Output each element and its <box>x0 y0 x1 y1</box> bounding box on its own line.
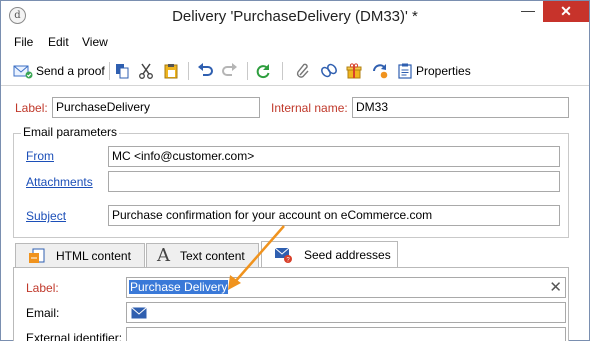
send-proof-button[interactable]: Send a proof <box>13 61 105 81</box>
html-content-icon <box>28 247 46 265</box>
send-proof-icon <box>13 63 33 79</box>
unlink-icon <box>320 63 338 79</box>
title-bar: d Delivery 'PurchaseDelivery (DM33)' * —… <box>1 1 589 31</box>
attachments-link[interactable]: Attachments <box>26 175 93 189</box>
cut-icon <box>138 63 154 79</box>
menu-bar: File Edit View <box>1 31 589 53</box>
clear-icon[interactable]: ✕ <box>549 279 562 296</box>
send-proof-label: Send a proof <box>36 64 105 78</box>
refresh-icon <box>255 63 271 79</box>
delivery-window: d Delivery 'PurchaseDelivery (DM33)' * —… <box>0 0 590 341</box>
label-caption: Label: <box>15 101 48 115</box>
internal-name-field[interactable]: DM33 <box>352 97 569 118</box>
seed-email-field[interactable] <box>126 302 566 323</box>
tab-seed-addresses[interactable]: ? Seed addresses <box>261 241 398 268</box>
properties-label: Properties <box>416 64 471 78</box>
cut-button[interactable] <box>138 61 154 81</box>
minimize-button[interactable]: — <box>515 3 541 23</box>
subject-link[interactable]: Subject <box>26 209 66 223</box>
seed-label-caption: Label: <box>26 281 59 295</box>
attachments-field[interactable] <box>108 171 560 192</box>
paste-icon <box>163 63 179 79</box>
internal-name-caption: Internal name: <box>271 101 348 115</box>
undo-button[interactable] <box>196 61 214 81</box>
text-content-icon: A <box>157 244 170 266</box>
refresh-button[interactable] <box>255 61 271 81</box>
attach-link-button[interactable] <box>295 61 311 81</box>
properties-button[interactable]: Properties <box>397 61 471 81</box>
close-button[interactable]: ✕ <box>543 1 589 22</box>
toolbar-separator <box>109 62 110 80</box>
menu-file[interactable]: File <box>14 35 33 49</box>
redo-button[interactable] <box>221 61 239 81</box>
paste-button[interactable] <box>163 61 179 81</box>
tab-text-content-label: Text content <box>180 248 245 263</box>
gift-button[interactable] <box>346 61 362 81</box>
unlink-button[interactable] <box>320 61 338 81</box>
from-link[interactable]: From <box>26 149 54 163</box>
toolbar: Send a proof Properties <box>1 56 589 86</box>
personalization-button[interactable] <box>371 61 389 81</box>
tab-text-content[interactable]: A Text content <box>146 243 259 267</box>
toolbar-separator <box>188 62 189 80</box>
properties-icon <box>397 63 413 79</box>
from-field[interactable]: MC <info@customer.com> <box>108 146 560 167</box>
subject-field[interactable]: Purchase confirmation for your account o… <box>108 205 560 226</box>
seed-external-id-caption: External identifier: <box>26 331 123 341</box>
menu-edit[interactable]: Edit <box>48 35 69 49</box>
copy-icon <box>114 63 130 79</box>
seed-label-value: Purchase Delivery <box>129 280 229 294</box>
email-icon <box>131 306 147 322</box>
undo-icon <box>196 63 214 79</box>
window-title: Delivery 'PurchaseDelivery (DM33)' * <box>172 8 418 25</box>
seed-addresses-icon: ? <box>274 246 294 264</box>
toolbar-separator <box>282 62 283 80</box>
link-icon <box>295 63 311 79</box>
seed-label-field[interactable]: Purchase Delivery ✕ <box>126 277 566 298</box>
tab-html-content[interactable]: HTML content <box>15 243 145 267</box>
personalization-icon <box>371 63 389 79</box>
seed-external-id-field[interactable] <box>126 327 566 341</box>
tab-seed-addresses-label: Seed addresses <box>304 248 391 262</box>
tab-html-content-label: HTML content <box>56 248 131 263</box>
seed-email-caption: Email: <box>26 306 60 320</box>
redo-icon <box>221 63 239 79</box>
label-field[interactable]: PurchaseDelivery <box>52 97 260 118</box>
gift-icon <box>346 63 362 79</box>
copy-button[interactable] <box>114 61 130 81</box>
menu-view[interactable]: View <box>82 35 108 49</box>
email-parameters-title: Email parameters <box>21 125 120 139</box>
toolbar-separator <box>247 62 248 80</box>
